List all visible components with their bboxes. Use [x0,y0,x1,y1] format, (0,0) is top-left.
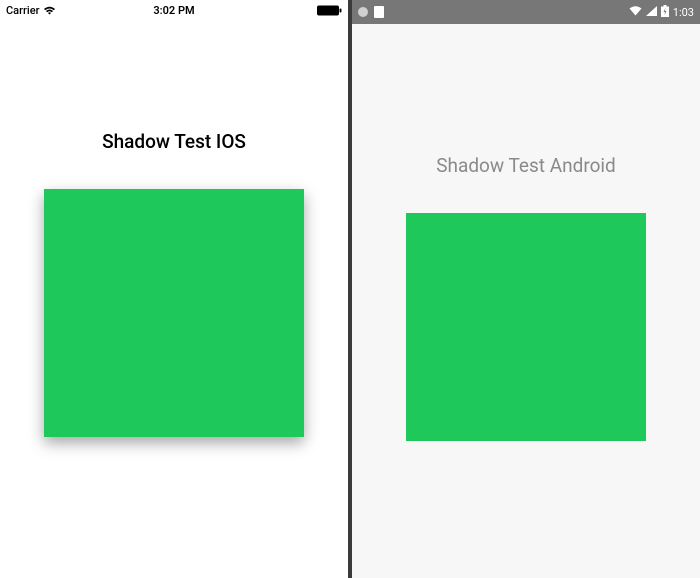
battery-icon [661,5,669,20]
android-status-right: 1:03 [629,5,694,20]
android-screen: 1:03 Shadow Test Android [352,0,700,578]
cellular-icon [646,6,657,19]
ios-screen: Carrier 3:02 PM Shadow Test IOS [0,0,348,578]
android-shadow-box [406,213,646,441]
wifi-icon [43,6,56,15]
ios-status-right [317,5,342,16]
ios-status-bar: Carrier 3:02 PM [0,0,348,20]
ios-status-left: Carrier [6,4,56,17]
ios-shadow-box [44,189,304,437]
ios-title: Shadow Test IOS [102,130,246,153]
android-title: Shadow Test Android [436,154,616,177]
ios-carrier-label: Carrier [6,4,39,17]
notification-dot-icon [358,7,368,17]
notification-card-icon [374,6,384,18]
android-status-bar: 1:03 [352,0,700,24]
android-time-label: 1:03 [673,6,694,19]
ios-content: Shadow Test IOS [0,20,348,437]
wifi-icon [629,6,642,19]
ios-time-label: 3:02 PM [153,4,194,17]
android-content: Shadow Test Android [352,24,700,441]
battery-icon [317,5,342,16]
android-status-left [358,6,384,18]
